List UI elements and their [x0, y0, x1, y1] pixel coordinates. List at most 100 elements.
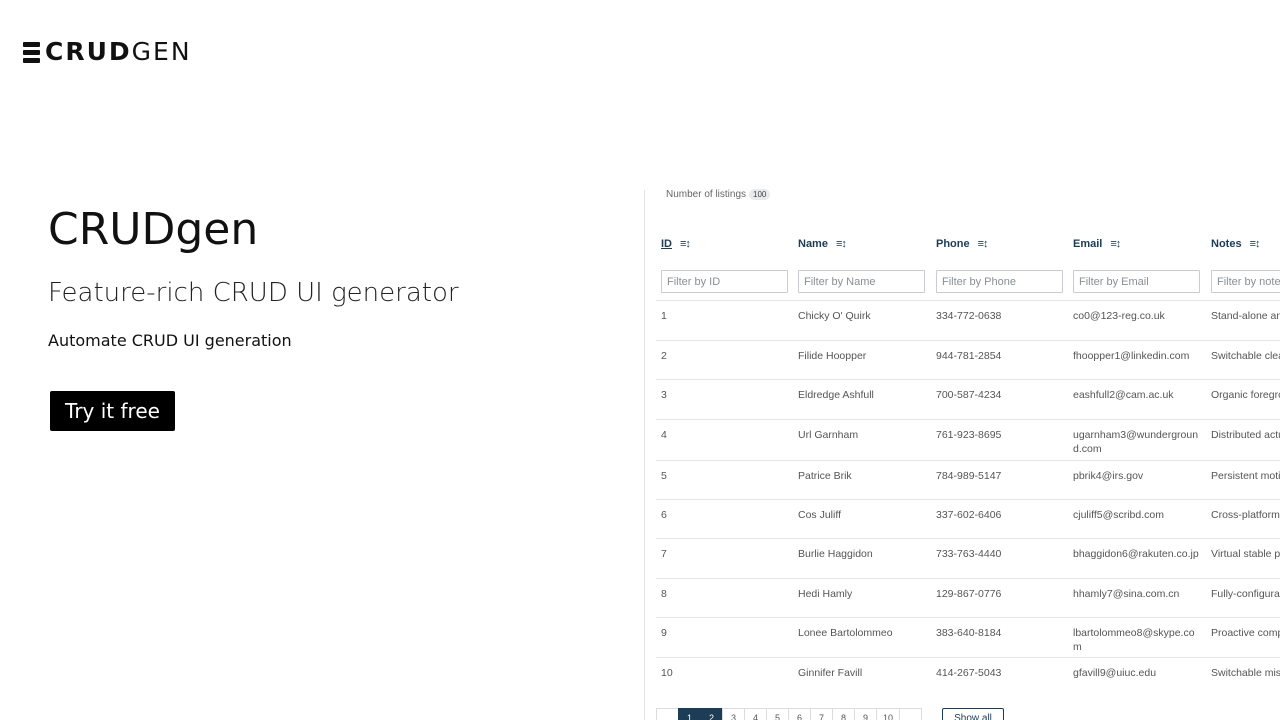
- column-header-label: Email: [1073, 238, 1103, 250]
- cell-name: Url Garnham: [798, 429, 859, 441]
- filter-id-input[interactable]: [661, 270, 788, 293]
- page-button[interactable]: 3: [722, 708, 745, 720]
- cell-notes: Persistent motiv: [1211, 470, 1280, 482]
- hero-subtitle: Feature-rich CRUD UI generator: [48, 278, 459, 308]
- page-button[interactable]: 5: [766, 708, 789, 720]
- column-header-phone[interactable]: Phone ≡↕: [936, 238, 989, 250]
- cell-name: Lonee Bartolommeo: [798, 627, 893, 639]
- cell-phone: 944-781-2854: [936, 350, 1002, 362]
- cell-name: Burlie Haggidon: [798, 548, 873, 560]
- brand-bold: CRUD: [45, 37, 132, 66]
- cell-id: 10: [661, 667, 673, 679]
- table-header: ID ≡↕ Name ≡↕ Phone ≡↕ Email ≡↕ Notes ≡↕: [656, 238, 1280, 256]
- column-header-label: Name: [798, 238, 828, 250]
- cell-email: eashfull2@cam.ac.uk: [1073, 389, 1174, 401]
- page-prev-button[interactable]: [656, 708, 679, 720]
- cell-phone: 383-640-8184: [936, 627, 1002, 639]
- sort-icon[interactable]: ≡↕: [1110, 238, 1121, 250]
- page-button[interactable]: 9: [854, 708, 877, 720]
- cell-notes: Fully-configurab: [1211, 588, 1280, 600]
- table-row[interactable]: 10 Ginnifer Favill 414-267-5043 gfavill9…: [656, 657, 1280, 697]
- column-header-label: Phone: [936, 238, 970, 250]
- cell-id: 1: [661, 310, 667, 322]
- cell-name: Chicky O' Quirk: [798, 310, 871, 322]
- try-it-free-button[interactable]: Try it free: [50, 391, 175, 431]
- cell-notes: Proactive comp: [1211, 627, 1280, 639]
- listing-count-label: Number of listings: [666, 189, 747, 200]
- table-row[interactable]: 7 Burlie Haggidon 733-763-4440 bhaggidon…: [656, 538, 1280, 578]
- page-button[interactable]: 10: [876, 708, 900, 720]
- page-button[interactable]: 6: [788, 708, 811, 720]
- sort-icon[interactable]: ≡↕: [978, 238, 989, 250]
- cell-email: lbartolommeo8@skype.com: [1073, 627, 1195, 653]
- cell-name: Patrice Brik: [798, 470, 852, 482]
- table-preview: Number of listings 100 ID ≡↕ Name ≡↕ Phone…: [656, 186, 1280, 720]
- page-button[interactable]: 1: [678, 708, 701, 720]
- column-header-email[interactable]: Email ≡↕: [1073, 238, 1121, 250]
- cell-id: 2: [661, 350, 667, 362]
- filter-notes-input[interactable]: [1211, 270, 1280, 293]
- brand-logo[interactable]: CRUDGEN: [23, 37, 192, 66]
- page-button[interactable]: 4: [744, 708, 767, 720]
- show-all-button[interactable]: Show all: [942, 708, 1004, 720]
- hero-title: CRUDgen: [48, 204, 259, 255]
- sort-icon[interactable]: ≡↕: [1250, 238, 1261, 250]
- table-row[interactable]: 4 Url Garnham 761-923-8695 ugarnham3@wun…: [656, 419, 1280, 460]
- table-row[interactable]: 9 Lonee Bartolommeo 383-640-8184 lbartol…: [656, 617, 1280, 657]
- filter-email-input[interactable]: [1073, 270, 1200, 293]
- filter-phone-input[interactable]: [936, 270, 1063, 293]
- cell-id: 3: [661, 389, 667, 401]
- cell-phone: 784-989-5147: [936, 470, 1002, 482]
- column-header-label: Notes: [1211, 238, 1242, 250]
- page-button[interactable]: 7: [810, 708, 833, 720]
- cell-phone: 761-923-8695: [936, 429, 1002, 441]
- cell-phone: 700-587-4234: [936, 389, 1002, 401]
- cell-name: Hedi Hamly: [798, 588, 853, 600]
- table-row[interactable]: 2 Filide Hoopper 944-781-2854 fhoopper1@…: [656, 340, 1280, 379]
- pagination: 1 2 3 4 5 6 7 8 9 10 Show all: [656, 708, 1004, 720]
- column-header-notes[interactable]: Notes ≡↕: [1211, 238, 1261, 250]
- table-row[interactable]: 1 Chicky O' Quirk 334-772-0638 co0@123-r…: [656, 300, 1280, 340]
- listing-count-badge: 100: [749, 189, 771, 200]
- cell-email: pbrik4@irs.gov: [1073, 470, 1144, 482]
- cell-id: 8: [661, 588, 667, 600]
- cell-name: Filide Hoopper: [798, 350, 867, 362]
- cell-email: bhaggidon6@rakuten.co.jp: [1073, 548, 1199, 560]
- cell-notes: Organic foregro: [1211, 389, 1280, 401]
- listing-count: Number of listings 100: [666, 189, 771, 200]
- cell-phone: 414-267-5043: [936, 667, 1002, 679]
- column-header-id[interactable]: ID ≡↕: [661, 238, 691, 250]
- cell-notes: Distributed actu: [1211, 429, 1280, 441]
- page-button[interactable]: 8: [832, 708, 855, 720]
- table-row[interactable]: 6 Cos Juliff 337-602-6406 cjuliff5@scrib…: [656, 499, 1280, 538]
- cell-notes: Stand-alone and: [1211, 310, 1280, 322]
- sort-icon[interactable]: ≡↕: [680, 238, 691, 250]
- cell-id: 5: [661, 470, 667, 482]
- section-divider: [644, 190, 645, 720]
- table-row[interactable]: 5 Patrice Brik 784-989-5147 pbrik4@irs.g…: [656, 460, 1280, 499]
- cell-email: gfavill9@uiuc.edu: [1073, 667, 1157, 679]
- cell-email: co0@123-reg.co.uk: [1073, 310, 1165, 322]
- stack-icon: [23, 41, 40, 63]
- table-row[interactable]: 3 Eldredge Ashfull 700-587-4234 eashfull…: [656, 379, 1280, 419]
- cell-notes: Cross-platform: [1211, 509, 1280, 521]
- page-next-button[interactable]: [899, 708, 922, 720]
- cell-name: Ginnifer Favill: [798, 667, 863, 679]
- page-button[interactable]: 2: [700, 708, 723, 720]
- column-header-name[interactable]: Name ≡↕: [798, 238, 847, 250]
- filter-row: [656, 270, 1280, 294]
- cell-email: ugarnham3@wunderground.com: [1073, 429, 1199, 455]
- sort-icon[interactable]: ≡↕: [836, 238, 847, 250]
- filter-name-input[interactable]: [798, 270, 925, 293]
- cell-name: Cos Juliff: [798, 509, 841, 521]
- hero-section: CRUDgen Feature-rich CRUD UI generator A…: [48, 200, 608, 431]
- cell-name: Eldredge Ashfull: [798, 389, 874, 401]
- hero-description: Automate CRUD UI generation: [48, 331, 292, 350]
- table-row[interactable]: 8 Hedi Hamly 129-867-0776 hhamly7@sina.c…: [656, 578, 1280, 617]
- cell-id: 9: [661, 627, 667, 639]
- cell-notes: Virtual stable pr: [1211, 548, 1280, 560]
- cell-notes: Switchable miss: [1211, 667, 1280, 679]
- cell-id: 4: [661, 429, 667, 441]
- cell-phone: 337-602-6406: [936, 509, 1002, 521]
- cell-email: fhoopper1@linkedin.com: [1073, 350, 1190, 362]
